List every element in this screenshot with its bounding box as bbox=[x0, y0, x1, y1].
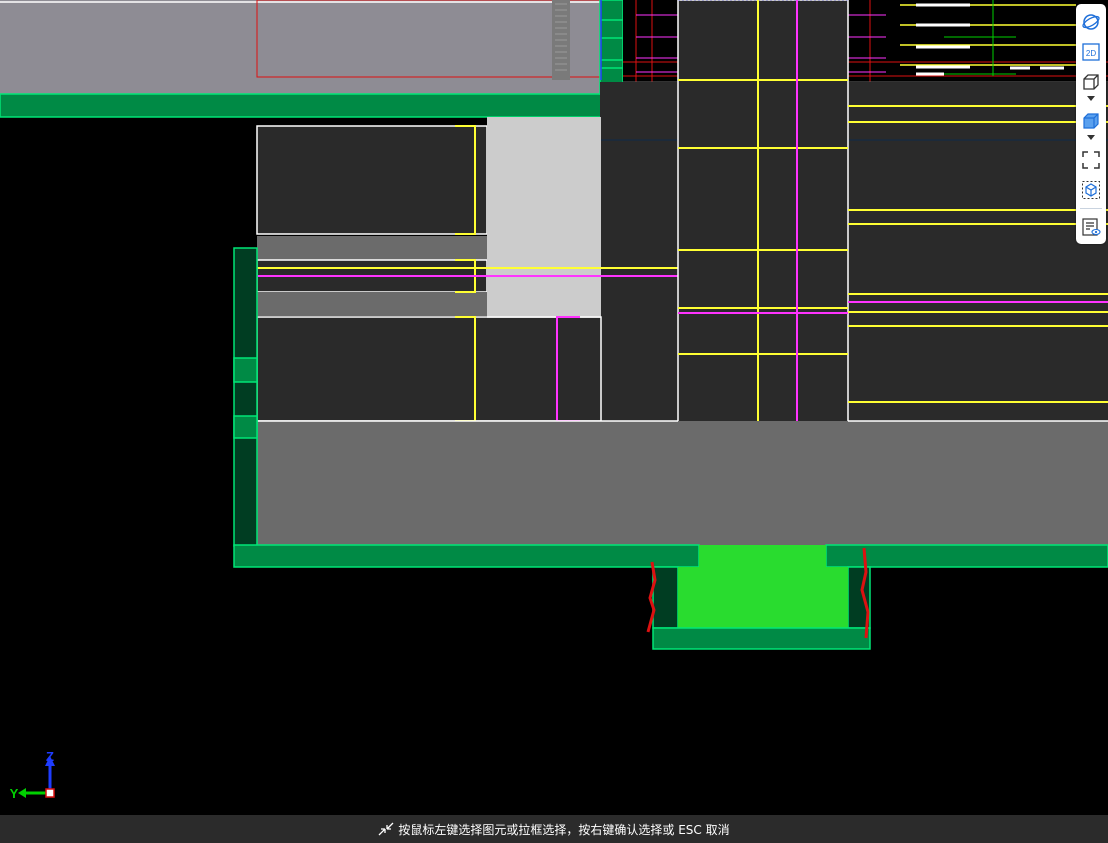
box-view-dropdown[interactable] bbox=[1078, 95, 1104, 103]
toolbar-divider bbox=[1080, 208, 1102, 209]
left-green-block-1[interactable] bbox=[233, 357, 258, 383]
layer-visibility-icon bbox=[1082, 218, 1101, 236]
bottom-gray-slab[interactable] bbox=[257, 421, 1108, 545]
box-view-icon bbox=[1083, 74, 1099, 90]
isolate-box-button[interactable] bbox=[1078, 178, 1104, 202]
gray-band-2 bbox=[257, 292, 487, 316]
central-column[interactable] bbox=[677, 0, 849, 457]
isolate-box-icon bbox=[1082, 181, 1100, 199]
light-gray-column[interactable] bbox=[487, 117, 601, 317]
caret-down-icon bbox=[1087, 96, 1095, 101]
svg-text:2D: 2D bbox=[1086, 49, 1096, 58]
top-green-slab[interactable] bbox=[0, 93, 624, 118]
view-toolbar: 2D bbox=[1076, 4, 1106, 244]
z-axis-label: Z bbox=[46, 749, 54, 764]
axis-indicator: Z Y bbox=[6, 748, 66, 804]
caret-down-icon bbox=[1087, 135, 1095, 140]
status-message: 按鼠标左键选择图元或拉框选择，按右键确认选择或 ESC 取消 bbox=[398, 822, 730, 837]
box-view-button[interactable] bbox=[1078, 70, 1104, 94]
layer-visibility-button[interactable] bbox=[1078, 215, 1104, 239]
orbit-icon bbox=[1082, 14, 1100, 30]
axis-triad-icon: Z Y bbox=[10, 749, 55, 801]
solid-box-button[interactable] bbox=[1078, 109, 1104, 133]
selected-bright-block[interactable] bbox=[699, 545, 826, 567]
solid-box-dropdown[interactable] bbox=[1078, 134, 1104, 142]
pit-wall-left[interactable] bbox=[652, 566, 679, 629]
solid-box-icon bbox=[1083, 113, 1099, 129]
bottom-green-slab-right[interactable] bbox=[825, 544, 1108, 568]
box-upper[interactable] bbox=[256, 125, 488, 235]
left-green-block-2[interactable] bbox=[233, 415, 258, 439]
orbit-button[interactable] bbox=[1078, 10, 1104, 34]
main-dark-panel bbox=[600, 82, 1108, 422]
fit-view-icon bbox=[1082, 151, 1100, 169]
2d-view-icon: 2D bbox=[1082, 43, 1100, 61]
fit-view-button[interactable] bbox=[1078, 148, 1104, 172]
2d-view-button[interactable]: 2D bbox=[1078, 40, 1104, 64]
pit-bottom-slab[interactable] bbox=[652, 627, 871, 650]
left-green-wall[interactable] bbox=[233, 247, 258, 547]
top-gray-slab[interactable] bbox=[0, 0, 600, 94]
bottom-green-slab-left[interactable] bbox=[233, 544, 700, 568]
cursor-select-icon bbox=[378, 822, 394, 836]
box-lower[interactable] bbox=[256, 316, 602, 422]
status-bar: 按鼠标左键选择图元或拉框选择，按右键确认选择或 ESC 取消 bbox=[0, 815, 1108, 843]
pit-bright-block[interactable] bbox=[678, 567, 848, 628]
3d-viewport[interactable]: 2D Z Y bbox=[0, 0, 1108, 815]
top-green-post[interactable] bbox=[599, 0, 624, 95]
cad-scene[interactable] bbox=[0, 0, 1108, 815]
y-axis-label: Y bbox=[10, 786, 19, 801]
